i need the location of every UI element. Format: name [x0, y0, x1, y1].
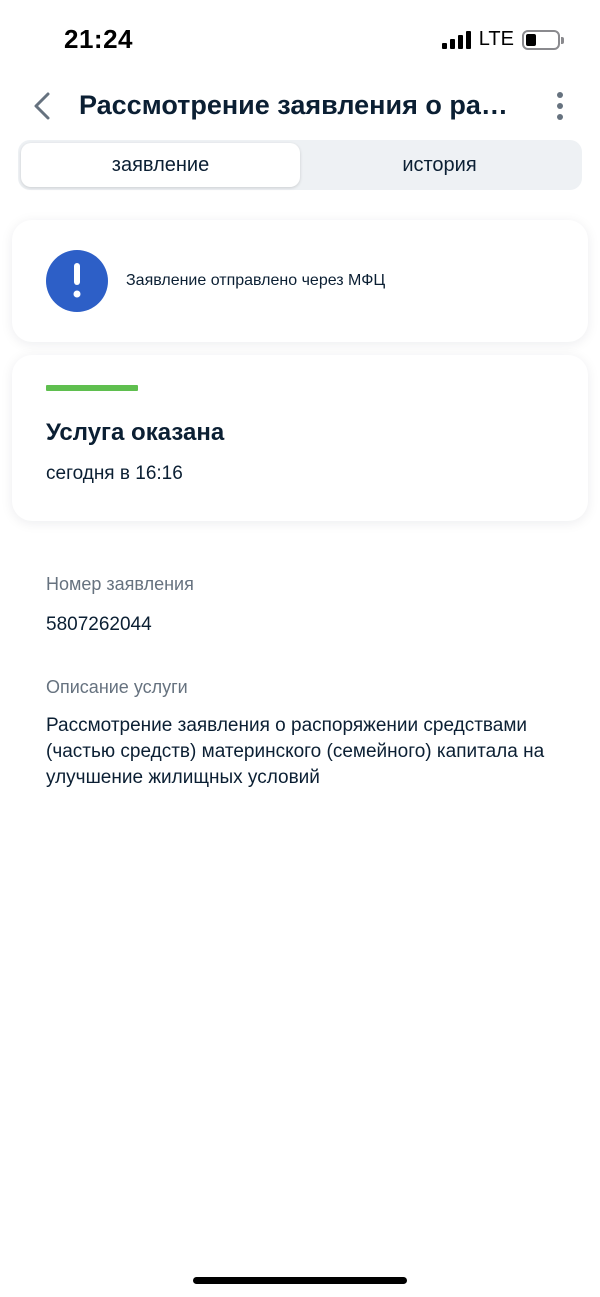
signal-icon	[441, 30, 471, 49]
status-title: Услуга оказана	[46, 419, 225, 446]
back-button[interactable]	[24, 88, 60, 124]
more-menu-button[interactable]	[546, 88, 574, 124]
header: Рассмотрение заявления о распоряжении ср…	[0, 80, 600, 136]
service-description-label: Описание услуги	[46, 677, 188, 697]
network-type: LTE	[478, 28, 514, 50]
application-number-label: Номер заявления	[46, 574, 194, 594]
service-description-value: Рассмотрение заявления о распоряжении ср…	[46, 715, 545, 788]
tab-application[interactable]: заявление	[21, 143, 300, 187]
info-card: Заявление отправлено через МФЦ	[12, 220, 588, 342]
status-indicator	[46, 385, 138, 391]
status-bar: 21:24 LTE	[0, 0, 600, 80]
status-icons: LTE	[441, 28, 564, 51]
exclamation-icon	[46, 250, 108, 312]
battery-icon	[522, 29, 564, 50]
status-time-text: сегодня в 16:16	[46, 463, 183, 484]
tab-history[interactable]: история	[300, 143, 579, 187]
page-title: Рассмотрение заявления о распоряжении ср…	[79, 90, 519, 120]
home-indicator[interactable]	[193, 1277, 407, 1284]
application-number-value: 5807262044	[46, 614, 152, 635]
more-vertical-icon	[557, 92, 563, 98]
status-card: Услуга оказана сегодня в 16:16	[12, 355, 588, 521]
info-text: Заявление отправлено через МФЦ	[126, 272, 386, 289]
status-time: 21:24	[64, 24, 133, 54]
chevron-left-icon	[34, 92, 50, 120]
segmented-tabs: заявление история	[18, 140, 582, 190]
